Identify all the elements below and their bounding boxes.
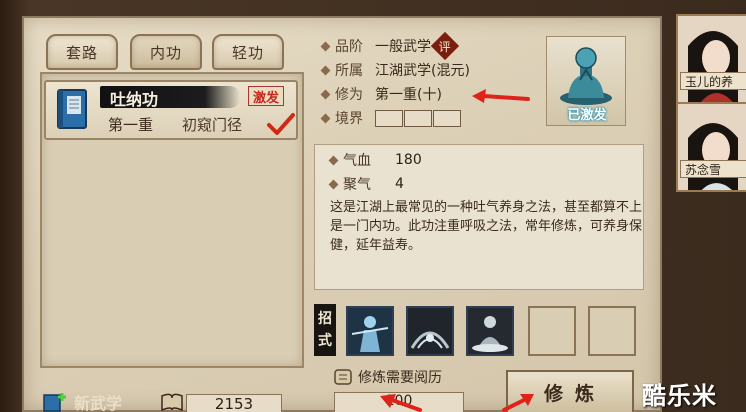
watermark: 酷乐米 (642, 382, 717, 410)
diamond-icon (328, 179, 339, 189)
school-value: 江湖武学(混元) (375, 63, 470, 79)
activated-status: 已激发 (567, 108, 607, 123)
stat-label: 气血 (343, 153, 371, 169)
stat-row: 气血 180 (328, 150, 422, 170)
new-skill-button[interactable]: 新武学 (42, 390, 122, 412)
rank-label: 品阶 (335, 39, 363, 55)
tab-internal[interactable]: 内功 (130, 34, 202, 70)
book-icon (57, 89, 87, 129)
realm-box (433, 109, 461, 127)
party-member-card[interactable] (676, 102, 746, 192)
move-icon (408, 308, 452, 354)
activated-badge: 激发 (248, 86, 284, 106)
move-slot[interactable] (466, 306, 514, 356)
school-row: 所属 江湖武学(混元) (320, 60, 470, 80)
diamond-icon (328, 155, 339, 165)
stat-value: 4 (395, 176, 404, 192)
party-member-name: 玉儿的养 (680, 72, 746, 90)
skill-stage: 初窥门径 (182, 116, 243, 134)
experience-points: 2153 (186, 394, 282, 412)
training-cost-label: 修炼需要阅历 (358, 370, 442, 386)
diamond-icon (320, 89, 331, 99)
rank-row: 品阶 一般武学 评 (320, 31, 460, 61)
moves-label: 招 式 (314, 304, 336, 356)
arrow-annotation (472, 89, 530, 103)
scroll-icon (334, 369, 352, 385)
character-portrait-icon (678, 104, 746, 190)
diamond-icon (320, 41, 331, 51)
training-cost-label-row: 修炼需要阅历 (332, 366, 442, 388)
cultivation-label: 修为 (335, 87, 363, 103)
arrow-annotation (380, 394, 422, 412)
realm-box (404, 109, 432, 127)
move-slot-empty[interactable] (528, 306, 576, 356)
move-icon (468, 308, 512, 354)
check-icon (267, 113, 295, 135)
arrow-annotation (502, 394, 534, 412)
tab-lightness[interactable]: 轻功 (212, 34, 284, 70)
move-slot-empty[interactable] (588, 306, 636, 356)
party-member-card[interactable] (676, 14, 746, 104)
moves-label-bottom: 式 (318, 333, 332, 349)
skill-name: 吐纳功 (110, 90, 159, 109)
realm-box (375, 109, 403, 127)
stat-value: 180 (395, 152, 422, 168)
school-label: 所属 (335, 63, 363, 79)
realm-row: 境界 (320, 108, 462, 128)
meditating-monk-icon (560, 47, 612, 105)
party-member-name: 苏念雪 (680, 160, 746, 178)
experience-book-icon (161, 393, 183, 412)
move-icon (348, 308, 392, 354)
cultivation-row: 修为 第一重(十) (320, 84, 442, 104)
skill-level: 第一重 (108, 116, 154, 134)
book-plus-icon (43, 393, 66, 412)
stat-label: 聚气 (343, 177, 371, 193)
new-skill-label: 新武学 (74, 394, 123, 412)
rate-badge[interactable]: 评 (430, 31, 460, 61)
character-portrait-icon (678, 16, 746, 102)
diamond-icon (320, 113, 331, 123)
skill-description: 这是江湖上最常见的一种吐气养身之法，甚至都算不上是一门内功。此功注重呼吸之法，常… (330, 200, 643, 253)
move-slot[interactable] (346, 306, 394, 356)
rank-value: 一般武学 (375, 39, 431, 55)
tab-routines[interactable]: 套路 (46, 34, 118, 70)
moves-label-top: 招 (318, 311, 332, 327)
rate-badge-label: 评 (438, 39, 452, 54)
diamond-icon (320, 65, 331, 75)
realm-label: 境界 (335, 111, 363, 127)
cultivation-value: 第一重(十) (375, 87, 442, 103)
stat-row: 聚气 4 (328, 174, 404, 194)
move-slot[interactable] (406, 306, 454, 356)
